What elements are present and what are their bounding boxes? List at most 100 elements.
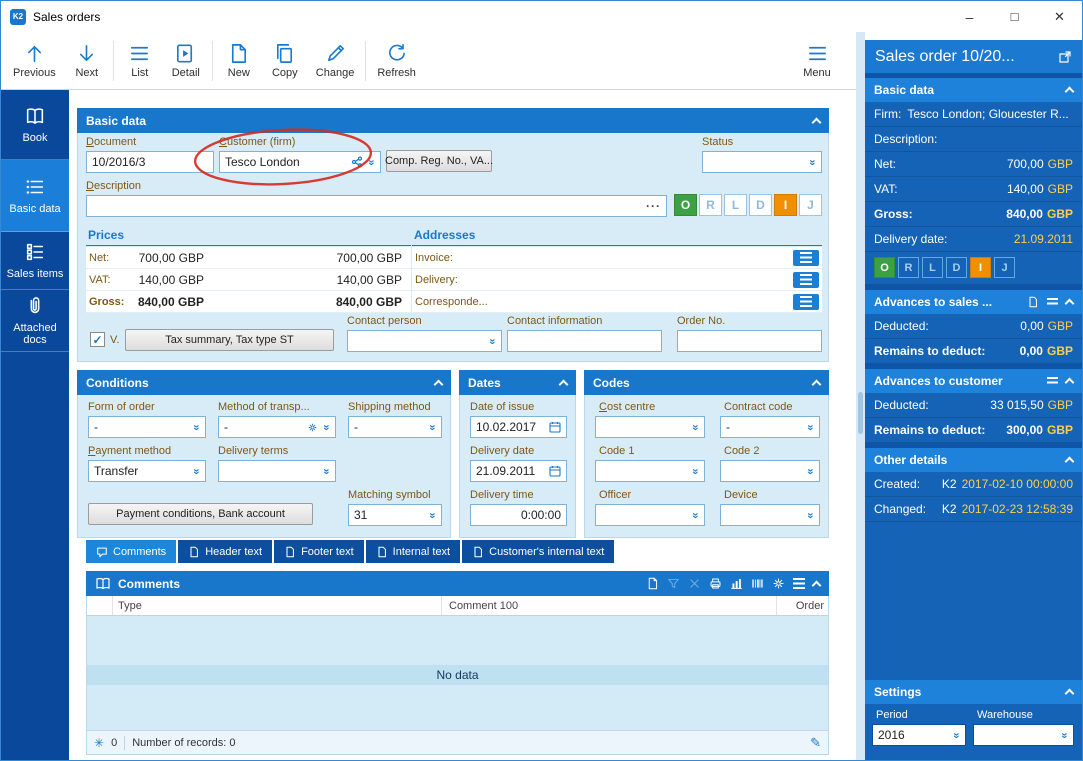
list-button[interactable]: List — [117, 35, 163, 87]
minimize-button[interactable] — [947, 1, 992, 32]
flag-j-button[interactable]: J — [994, 257, 1015, 278]
warehouse-select[interactable] — [973, 724, 1074, 746]
sidebar-item-sales-items[interactable]: Sales items — [1, 232, 69, 290]
collapse-chevron-icon[interactable] — [811, 580, 822, 590]
refresh-button[interactable]: Refresh — [369, 35, 424, 87]
order-no-field[interactable] — [677, 330, 822, 352]
collapse-chevron-icon[interactable] — [811, 117, 822, 127]
document-icon[interactable] — [1027, 296, 1039, 308]
delivery-date-field[interactable]: 21.09.2011 — [470, 460, 567, 482]
right-top-gap — [865, 32, 1082, 40]
contact-person-select[interactable] — [347, 330, 502, 352]
address-menu-button[interactable] — [793, 271, 819, 288]
matching-symbol-select[interactable]: 31 — [348, 504, 442, 526]
payment-conditions-button[interactable]: Payment conditions, Bank account — [88, 503, 313, 525]
next-button[interactable]: Next — [64, 35, 110, 87]
method-of-transport-select[interactable]: - — [218, 416, 336, 438]
collapse-chevron-icon[interactable] — [1064, 86, 1075, 97]
collapse-chevron-icon[interactable] — [433, 379, 444, 389]
flag-j-button[interactable]: J — [799, 194, 822, 216]
maximize-button[interactable] — [992, 1, 1037, 32]
tab-customers-internal-text[interactable]: Customer's internal text — [462, 540, 615, 563]
tab-footer-text[interactable]: Footer text — [274, 540, 364, 563]
flag-l-button[interactable]: L — [922, 257, 943, 278]
code2-select[interactable] — [720, 460, 820, 482]
edit-pencil-icon[interactable] — [810, 735, 821, 751]
collapse-chevron-icon[interactable] — [1064, 298, 1075, 309]
tab-comments[interactable]: Comments — [86, 540, 177, 563]
period-select[interactable]: 2016 — [872, 724, 966, 746]
flag-i-button[interactable]: I — [774, 194, 797, 216]
cancel-icon[interactable] — [688, 577, 701, 590]
menu-button[interactable]: Menu — [794, 35, 840, 87]
column-header-type[interactable]: Type — [113, 596, 442, 615]
splitter-grip[interactable] — [858, 392, 863, 434]
app-icon[interactable] — [10, 8, 26, 25]
tax-summary-button[interactable]: Tax summary, Tax type ST — [125, 329, 334, 351]
document-field[interactable]: 10/2016/3 — [86, 151, 214, 173]
open-in-window-icon[interactable] — [1058, 50, 1072, 64]
sidebar-item-book[interactable]: Book — [1, 90, 69, 160]
hamburger-icon[interactable] — [1047, 297, 1058, 307]
column-header-order[interactable]: Order — [777, 596, 828, 615]
flag-r-button[interactable]: R — [898, 257, 919, 278]
shipping-method-select[interactable]: - — [348, 416, 442, 438]
tab-internal-text[interactable]: Internal text — [365, 540, 461, 563]
print-icon[interactable] — [709, 577, 722, 590]
delivery-terms-select[interactable] — [218, 460, 336, 482]
flag-r-button[interactable]: R — [699, 194, 722, 216]
collapse-chevron-icon[interactable] — [1064, 688, 1075, 699]
device-select[interactable] — [720, 504, 820, 526]
code1-select[interactable] — [595, 460, 705, 482]
new-button[interactable]: New — [216, 35, 262, 87]
tab-header-text[interactable]: Header text — [178, 540, 273, 563]
toolbar: Previous Next List Detail New Copy Chang… — [1, 32, 856, 90]
payment-method-select[interactable]: Transfer — [88, 460, 206, 482]
flag-d-button[interactable]: D — [946, 257, 967, 278]
contract-code-select[interactable]: - — [720, 416, 820, 438]
column-header-comment[interactable]: Comment 100 — [442, 596, 777, 615]
hamburger-icon[interactable] — [793, 578, 805, 589]
document-icon — [474, 546, 483, 557]
vat-checkbox[interactable] — [90, 332, 105, 347]
cost-centre-select[interactable] — [595, 416, 705, 438]
hamburger-icon — [800, 296, 812, 307]
address-menu-button[interactable] — [793, 249, 819, 266]
address-menu-button[interactable] — [793, 293, 819, 310]
sidebar-item-attached-docs[interactable]: Attached docs — [1, 290, 69, 352]
close-button[interactable] — [1037, 1, 1082, 32]
flag-l-button[interactable]: L — [724, 194, 747, 216]
officer-select[interactable] — [595, 504, 705, 526]
dropdown-icon — [690, 512, 701, 518]
customer-firm-field[interactable]: Tesco London — [219, 151, 381, 173]
previous-button[interactable]: Previous — [5, 35, 64, 87]
change-button[interactable]: Change — [308, 35, 363, 87]
collapse-chevron-icon[interactable] — [1064, 377, 1075, 388]
cost-centre-label: Cost centre — [599, 401, 656, 413]
flag-o-button[interactable]: O — [674, 194, 697, 216]
contact-information-field[interactable] — [507, 330, 662, 352]
description-field[interactable] — [86, 195, 667, 217]
more-options-icon[interactable] — [646, 199, 661, 213]
delivery-time-field[interactable]: 0:00:00 — [470, 504, 567, 526]
flag-i-button[interactable]: I — [970, 257, 991, 278]
collapse-chevron-icon[interactable] — [1064, 456, 1075, 467]
collapse-chevron-icon[interactable] — [811, 379, 822, 389]
detail-button[interactable]: Detail — [163, 35, 209, 87]
sidebar-item-basic-data[interactable]: Basic data — [1, 160, 69, 232]
gear-icon[interactable] — [772, 577, 785, 590]
date-of-issue-field[interactable]: 10.02.2017 — [470, 416, 567, 438]
panel-splitter[interactable] — [856, 32, 865, 760]
filter-icon[interactable] — [667, 577, 680, 590]
copy-button[interactable]: Copy — [262, 35, 308, 87]
hamburger-icon[interactable] — [1047, 376, 1058, 386]
flag-o-button[interactable]: O — [874, 257, 895, 278]
chart-icon[interactable] — [730, 577, 743, 590]
status-select[interactable] — [702, 151, 822, 173]
new-document-icon[interactable] — [646, 577, 659, 590]
barcode-icon[interactable] — [751, 577, 764, 590]
comp-reg-button[interactable]: Comp. Reg. No., VA... — [385, 150, 493, 172]
form-of-order-select[interactable]: - — [88, 416, 206, 438]
flag-d-button[interactable]: D — [749, 194, 772, 216]
collapse-chevron-icon[interactable] — [558, 379, 569, 389]
